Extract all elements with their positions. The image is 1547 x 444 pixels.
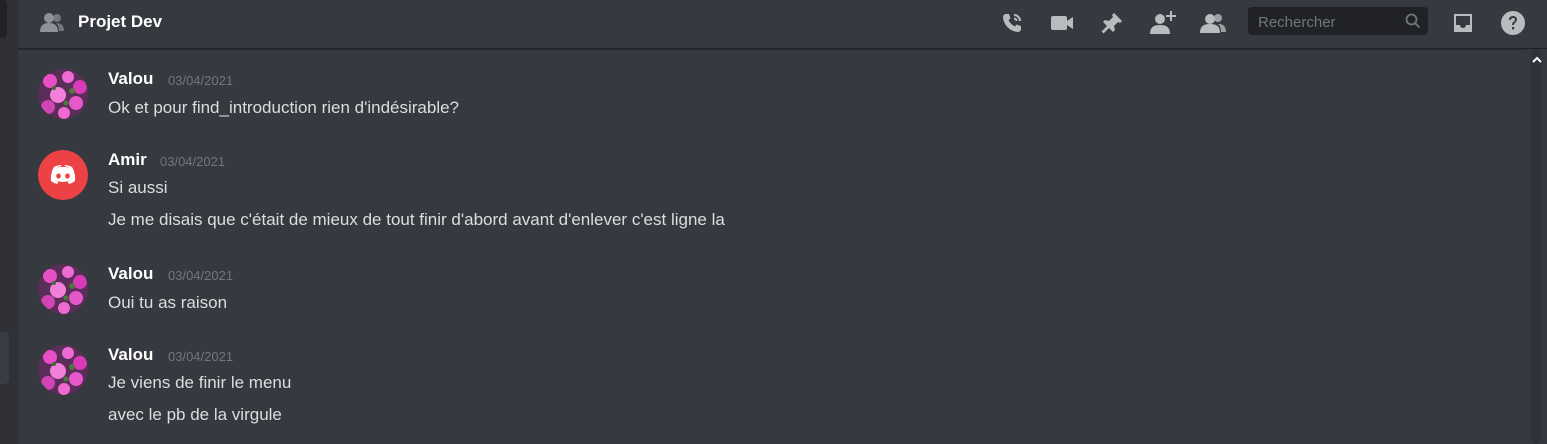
channel-title: Projet Dev <box>78 12 163 31</box>
message-text: Oui tu as raison <box>108 293 228 312</box>
server-pill-indicator <box>0 332 9 384</box>
dm-group-icon <box>38 10 66 36</box>
message-text: Je viens de finir le menu <box>108 373 292 392</box>
flower-avatar[interactable] <box>38 69 88 119</box>
help-icon[interactable] <box>1499 9 1527 37</box>
scroll-up-icon[interactable] <box>1526 53 1547 67</box>
call-icon[interactable] <box>998 9 1026 37</box>
message-list: Valou 03/04/2021 Ok et pour find_introdu… <box>18 49 1526 444</box>
message-timestamp: 03/04/2021 <box>168 268 234 283</box>
message-author[interactable]: Valou <box>108 345 153 365</box>
message-author[interactable]: Amir <box>108 150 147 170</box>
message-author[interactable]: Valou <box>108 264 153 284</box>
discord-default-avatar[interactable] <box>38 150 88 200</box>
message-text: Je me disais que c'était de mieux de tou… <box>108 210 725 229</box>
message-timestamp: 03/04/2021 <box>168 73 234 88</box>
scrollbar[interactable] <box>1526 49 1547 444</box>
search-icon <box>1404 12 1422 30</box>
message-timestamp: 03/04/2021 <box>168 349 234 364</box>
message-author[interactable]: Valou <box>108 69 153 89</box>
search-input[interactable] <box>1256 7 1400 37</box>
pin-icon[interactable] <box>1098 9 1126 37</box>
inbox-icon[interactable] <box>1449 9 1477 37</box>
members-icon[interactable] <box>1199 9 1227 37</box>
server-pill-indicator <box>0 0 7 38</box>
add-member-icon[interactable] <box>1149 9 1177 37</box>
flower-avatar[interactable] <box>38 264 88 314</box>
search-box[interactable] <box>1248 7 1428 37</box>
flower-avatar[interactable] <box>38 345 88 395</box>
server-list-edge <box>0 0 18 444</box>
channel-header: Projet Dev <box>18 0 1547 49</box>
message-text: Si aussi <box>108 178 168 197</box>
message-text: avec le pb de la virgule <box>108 405 282 424</box>
scrollbar-track[interactable] <box>1531 49 1541 444</box>
message-text: Ok et pour find_introduction rien d'indé… <box>108 98 460 117</box>
video-icon[interactable] <box>1048 9 1076 37</box>
message-timestamp: 03/04/2021 <box>160 154 226 169</box>
